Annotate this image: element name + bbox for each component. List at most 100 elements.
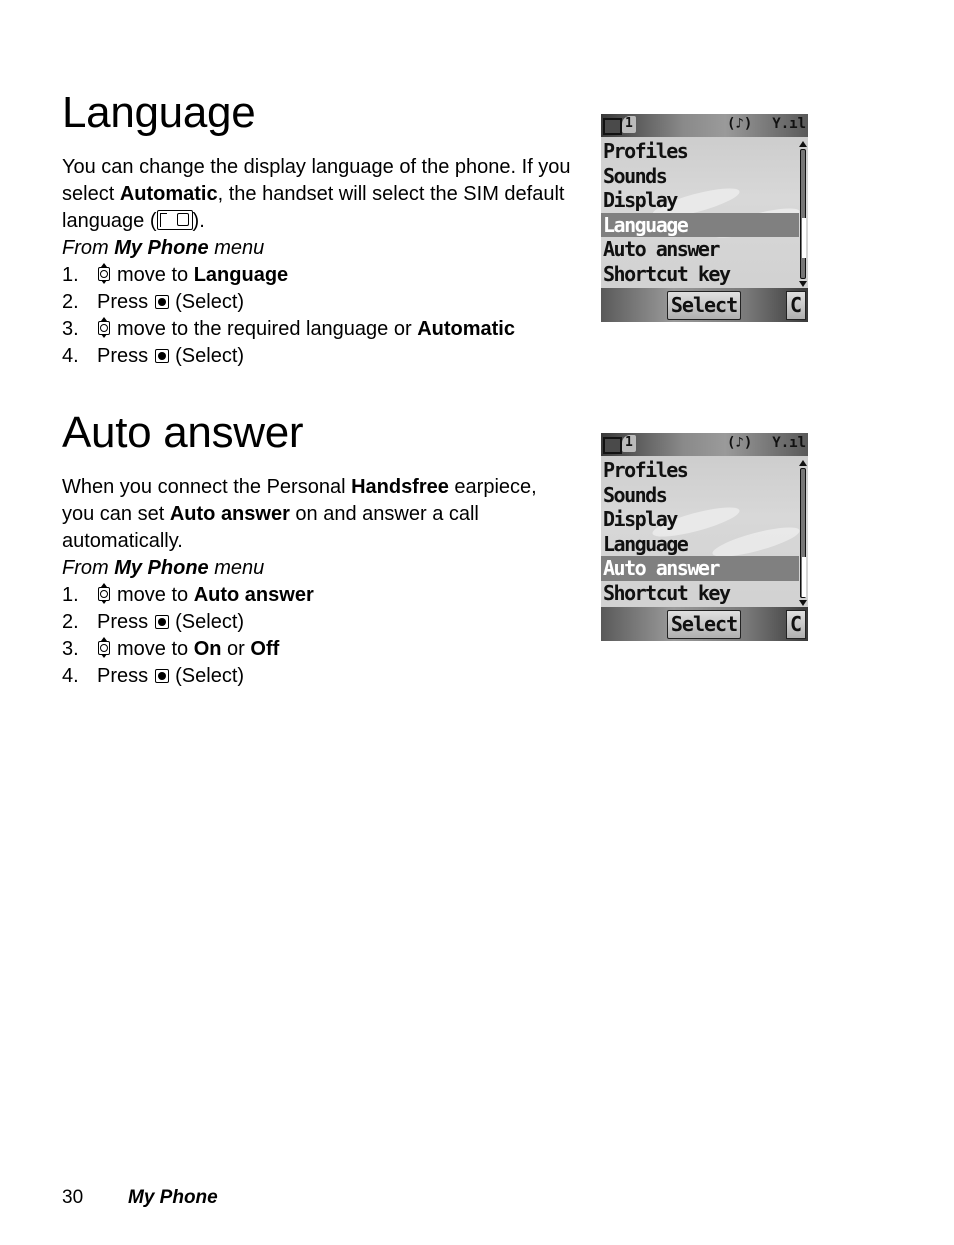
scroll-thumb[interactable] bbox=[802, 218, 806, 258]
phone-screen-language: 1 (♪) Y.ıl Profiles Sounds Display Language Aut… bbox=[601, 114, 808, 322]
select-key-icon bbox=[155, 669, 170, 683]
step-prefix: Press bbox=[97, 345, 149, 367]
bold-term: Auto answer bbox=[169, 503, 290, 525]
menu-item[interactable]: Language bbox=[601, 212, 799, 237]
step-item: 4. Press (Select) bbox=[62, 663, 582, 690]
scroll-up-arrow-icon bbox=[799, 460, 807, 466]
menu-item[interactable]: Sounds bbox=[601, 164, 799, 189]
sim-card-icon bbox=[156, 210, 193, 230]
softkey-bar: Select C bbox=[601, 607, 808, 641]
scrollbar[interactable] bbox=[799, 460, 807, 606]
scroll-track bbox=[800, 149, 806, 279]
step-number: 3. bbox=[62, 638, 79, 660]
step-body: move to bbox=[117, 584, 194, 606]
status-bar: 1 (♪) Y.ıl bbox=[601, 114, 808, 137]
scroll-thumb[interactable] bbox=[802, 557, 806, 597]
bold-term: Handsfree bbox=[351, 476, 449, 498]
from-prefix: From bbox=[62, 557, 115, 579]
step-number: 4. bbox=[62, 665, 79, 687]
menu-item[interactable]: Shortcut key bbox=[601, 262, 799, 287]
select-softkey[interactable]: Select bbox=[667, 610, 741, 639]
step-text: Press (Select) bbox=[97, 609, 244, 636]
step-body: move to bbox=[117, 638, 194, 660]
steps-list: 1. move to Language 2. Press (Select) 3. move … bbox=[62, 262, 582, 370]
step-text: move to On or Off bbox=[97, 636, 279, 663]
step-item: 4. Press (Select) bbox=[62, 343, 582, 370]
signal-strength-icon: Y.ıl bbox=[772, 116, 806, 132]
scroll-down-arrow-icon bbox=[799, 600, 807, 606]
section-title: Language bbox=[62, 88, 256, 137]
scroll-track bbox=[800, 468, 806, 598]
navigation-key-icon bbox=[97, 583, 111, 604]
step-text: Press (Select) bbox=[97, 663, 244, 690]
menu-item[interactable]: Display bbox=[601, 188, 799, 213]
ringer-icon: (♪) bbox=[727, 116, 753, 132]
menu-item[interactable]: Profiles bbox=[601, 458, 799, 483]
step-body: move to bbox=[117, 264, 194, 286]
step-body: (Select) bbox=[175, 665, 245, 687]
bold-term: Automatic bbox=[119, 183, 218, 205]
step-body: (Select) bbox=[175, 291, 245, 313]
scroll-down-arrow-icon bbox=[799, 281, 807, 287]
menu-item[interactable]: Profiles bbox=[601, 139, 799, 164]
step-text: move to Language bbox=[97, 262, 288, 289]
menu-item[interactable]: Language bbox=[601, 532, 799, 557]
from-menu-line: From My Phone menu bbox=[62, 555, 582, 582]
intro-paragraph: You can change the display language of t… bbox=[62, 154, 582, 235]
select-key-icon bbox=[155, 615, 170, 629]
select-softkey[interactable]: Select bbox=[667, 291, 741, 320]
step-text: Press (Select) bbox=[97, 343, 244, 370]
step-item: 2. Press (Select) bbox=[62, 609, 582, 636]
intro-text: When you connect the Personal bbox=[62, 476, 352, 498]
step-item: 1. move to Language bbox=[62, 262, 582, 289]
from-suffix: menu bbox=[208, 557, 265, 579]
step-number: 4. bbox=[62, 345, 79, 367]
display-icon bbox=[603, 118, 622, 135]
step-body: (Select) bbox=[175, 611, 245, 633]
section-auto-answer: Auto answer When you connect the Persona… bbox=[62, 408, 582, 690]
from-suffix: menu bbox=[208, 237, 265, 259]
clear-softkey[interactable]: C bbox=[786, 291, 806, 320]
step-number: 3. bbox=[62, 318, 79, 340]
menu-item[interactable]: Display bbox=[601, 507, 799, 532]
intro-text: ). bbox=[192, 210, 205, 232]
signal-strength-icon: Y.ıl bbox=[772, 435, 806, 451]
menu-item[interactable]: Auto answer bbox=[601, 237, 799, 262]
menu-item[interactable]: Shortcut key bbox=[601, 581, 799, 606]
step-number: 2. bbox=[62, 291, 79, 313]
from-menu-line: From My Phone menu bbox=[62, 235, 582, 262]
step-body: (Select) bbox=[175, 345, 245, 367]
navigation-key-icon bbox=[97, 263, 111, 284]
from-prefix: From bbox=[62, 237, 115, 259]
menu-item[interactable]: Auto answer bbox=[601, 556, 799, 581]
phone-menu: Profiles Sounds Display Language Auto answer… bbox=[601, 139, 799, 286]
from-menu-name: My Phone bbox=[114, 557, 209, 579]
step-text: Press (Select) bbox=[97, 289, 244, 316]
step-bold-term: Auto answer bbox=[193, 584, 314, 606]
scrollbar[interactable] bbox=[799, 141, 807, 287]
step-prefix: Press bbox=[97, 291, 149, 313]
step-number: 1. bbox=[62, 584, 79, 606]
section-language: Language You can change the display lang… bbox=[62, 88, 582, 370]
step-body: or bbox=[221, 638, 251, 660]
step-bold-term: Automatic bbox=[417, 318, 515, 340]
step-item: 3. move to On or Off bbox=[62, 636, 582, 663]
navigation-key-icon bbox=[97, 637, 111, 658]
status-bar: 1 (♪) Y.ıl bbox=[601, 433, 808, 456]
intro-paragraph: When you connect the Personal Handsfree … bbox=[62, 474, 562, 555]
menu-item[interactable]: Sounds bbox=[601, 483, 799, 508]
clear-softkey[interactable]: C bbox=[786, 610, 806, 639]
step-prefix: Press bbox=[97, 665, 149, 687]
step-bold-term: On bbox=[193, 638, 222, 660]
chapter-title: My Phone bbox=[128, 1187, 218, 1208]
page-number: 30 bbox=[62, 1187, 84, 1208]
step-bold-term: Off bbox=[250, 638, 280, 660]
softkey-bar: Select C bbox=[601, 288, 808, 322]
step-text: move to the required language or Automat… bbox=[97, 316, 515, 343]
phone-menu: Profiles Sounds Display Language Auto answer… bbox=[601, 458, 799, 605]
select-key-icon bbox=[155, 295, 170, 309]
step-text: move to Auto answer bbox=[97, 582, 314, 609]
line-indicator-icon: 1 bbox=[622, 116, 636, 133]
step-number: 1. bbox=[62, 264, 79, 286]
from-menu-name: My Phone bbox=[114, 237, 209, 259]
